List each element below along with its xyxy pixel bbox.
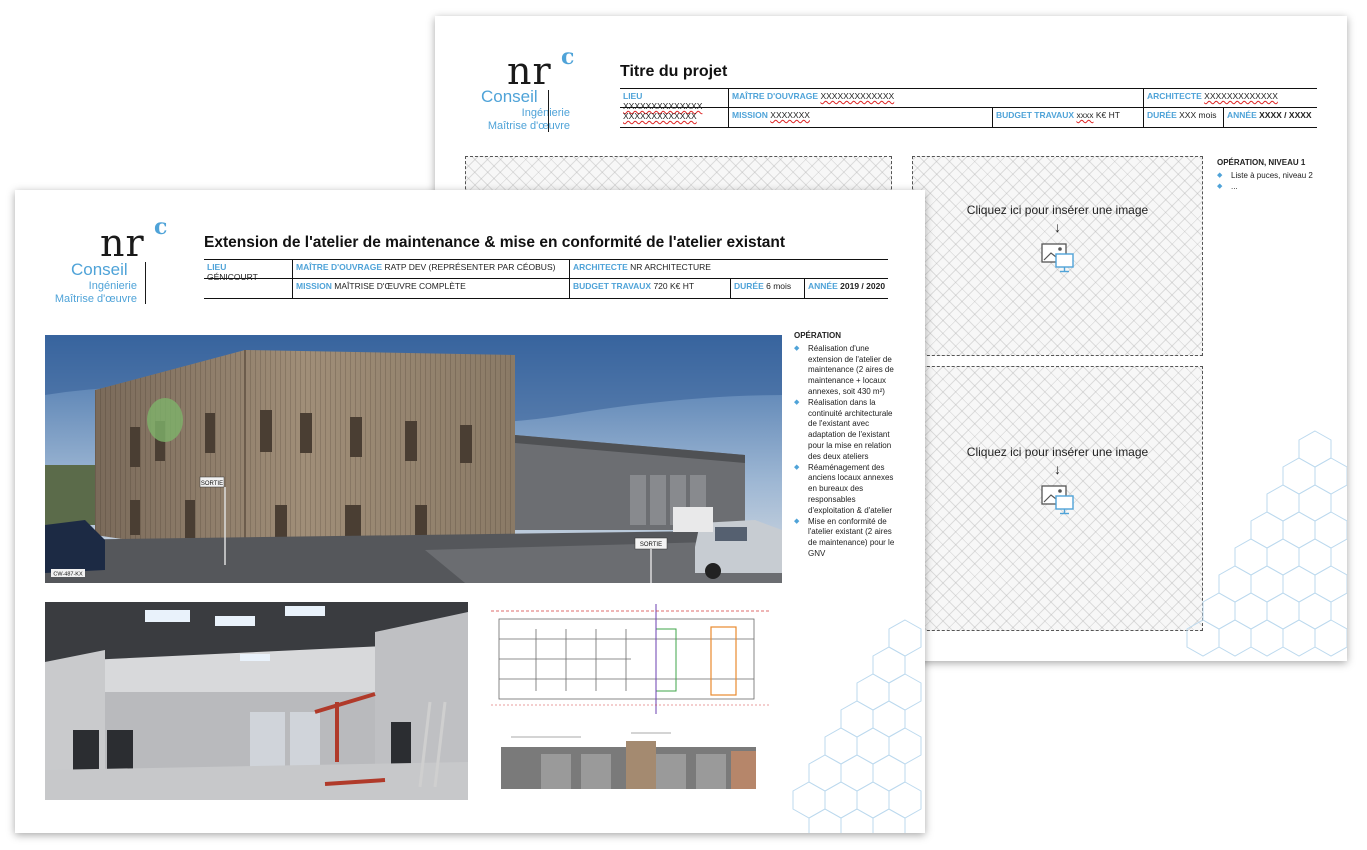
annee-cell[interactable]: ANNÉE XXXX / XXXX xyxy=(1223,108,1317,128)
budget-label: BUDGET TRAVAUX xyxy=(996,110,1075,120)
hexagon-pattern-decoration xyxy=(792,619,922,833)
mission-value: XXXXXXX xyxy=(770,110,810,120)
budget-value-x: xxxx xyxy=(1076,110,1094,120)
logo-c: c xyxy=(561,44,575,70)
operation-block[interactable]: OPÉRATION, NIVEAU 1 Liste à puces, nivea… xyxy=(1217,158,1332,192)
annee-value: XXXX / XXXX xyxy=(1259,110,1312,120)
logo-nr: nr xyxy=(507,49,552,93)
logo-c: c xyxy=(154,214,168,240)
logo: nr c Conseil Ingénierie Maîtrise d'œuvre xyxy=(481,44,615,132)
duree-label: DURÉE xyxy=(734,281,764,291)
budget-value: 720 K€ HT xyxy=(653,281,695,291)
budget-cell[interactable]: BUDGET TRAVAUX xxxx K€ HT xyxy=(992,108,1143,128)
lieu-label: LIEU xyxy=(623,91,643,101)
maitre-value: XXXXXXXXXXXXX xyxy=(820,91,895,101)
maitre-label: MAÎTRE D'OUVRAGE xyxy=(296,262,383,272)
maitre-value: RATP DEV (REPRÉSENTER PAR CÉOBUS) xyxy=(384,262,556,272)
logo-conseil: Conseil xyxy=(71,260,128,279)
maitre-cell[interactable]: MAÎTRE D'OUVRAGE RATP DEV (REPRÉSENTER P… xyxy=(292,260,569,278)
duree-cell[interactable]: DURÉE 6 mois xyxy=(730,279,804,299)
page-title[interactable]: Titre du projet xyxy=(620,63,727,81)
workshop-interior-illustration xyxy=(45,602,468,800)
info-row-1: LIEU GÉNICOURT MAÎTRE D'OUVRAGE RATP DEV… xyxy=(204,260,888,282)
maitre-cell[interactable]: MAÎTRE D'OUVRAGE XXXXXXXXXXXXX xyxy=(728,89,1143,107)
info-row-2: MISSION XXXXXXX BUDGET TRAVAUX xxxx K€ H… xyxy=(620,108,1317,128)
info-table: LIEU XXXXXXXXXXXXXX XXXXXXXXXXXXX MAÎTRE… xyxy=(620,88,1317,128)
project-page: nr c Conseil Ingénierie Maîtrise d'œuvre… xyxy=(15,190,925,833)
logo: nr c Conseil Ingénierie Maîtrise d'œuvre xyxy=(55,214,210,308)
architecte-label: ARCHITECTE xyxy=(1147,91,1202,101)
operation-block[interactable]: OPÉRATION Réalisation d'une extension de… xyxy=(794,331,899,560)
logo-conseil: Conseil xyxy=(481,87,538,106)
annee-label: ANNÉE xyxy=(808,281,838,291)
lieu-label: LIEU xyxy=(207,262,227,272)
annee-label: ANNÉE xyxy=(1227,110,1257,120)
mission-cell[interactable]: MISSION MAÎTRISE D'ŒUVRE COMPLÈTE xyxy=(292,279,569,299)
insert-image-icon xyxy=(1040,485,1074,515)
operation-title: OPÉRATION, NIVEAU 1 xyxy=(1217,158,1306,167)
mission-value: MAÎTRISE D'ŒUVRE COMPLÈTE xyxy=(334,281,466,291)
page-title[interactable]: Extension de l'atelier de maintenance & … xyxy=(204,234,785,252)
sortie-sign-2: SORTIE xyxy=(640,542,662,548)
mission-cell[interactable]: MISSION XXXXXXX xyxy=(728,108,992,128)
mission-label: MISSION xyxy=(732,110,768,120)
operation-item: Mise en conformité de l'atelier existant… xyxy=(794,517,899,560)
logo-ingenierie: Ingénierie xyxy=(88,280,137,292)
operation-title: OPÉRATION xyxy=(794,331,841,340)
duree-cell[interactable]: DURÉE XXX mois xyxy=(1143,108,1223,128)
down-arrow-icon: ↓ xyxy=(1054,219,1061,235)
info-table: LIEU GÉNICOURT MAÎTRE D'OUVRAGE RATP DEV… xyxy=(204,259,888,299)
maitre-label: MAÎTRE D'OUVRAGE xyxy=(732,91,819,101)
building-exterior-illustration: SORTIE CW-487-KX SORTIE xyxy=(45,335,782,583)
logo-divider xyxy=(145,262,146,304)
duree-value: XXX mois xyxy=(1179,110,1217,120)
logo-ingenierie: Ingénierie xyxy=(521,107,570,119)
budget-value-unit: K€ HT xyxy=(1095,110,1120,120)
logo-divider xyxy=(548,90,549,132)
image-placeholder-top[interactable]: Cliquez ici pour insérer une image ↓ xyxy=(912,156,1203,356)
operation-item: Réalisation d'une extension de l'atelier… xyxy=(794,344,899,398)
building-exterior-photo[interactable]: SORTIE CW-487-KX SORTIE xyxy=(45,335,782,583)
info-row-1: LIEU XXXXXXXXXXXXXX XXXXXXXXXXXXX MAÎTRE… xyxy=(620,89,1317,121)
duree-label: DURÉE xyxy=(1147,110,1177,120)
placeholder-text: Cliquez ici pour insérer une image xyxy=(966,203,1149,217)
workshop-interior-photo[interactable] xyxy=(45,602,468,800)
architecte-cell[interactable]: ARCHITECTE NR ARCHITECTURE xyxy=(569,260,888,278)
architecte-label: ARCHITECTE xyxy=(573,262,628,272)
logo-maitrise: Maîtrise d'œuvre xyxy=(487,120,570,132)
insert-image-icon xyxy=(1040,243,1074,273)
architecte-cell[interactable]: ARCHITECTE XXXXXXXXXXXXX xyxy=(1143,89,1317,107)
sortie-sign-1: SORTIE xyxy=(201,481,223,487)
operation-item: ... xyxy=(1217,182,1332,193)
architecte-value: XXXXXXXXXXXXX xyxy=(1204,91,1278,101)
duree-value: 6 mois xyxy=(766,281,792,291)
architecte-value: NR ARCHITECTURE xyxy=(630,262,711,272)
annee-value: 2019 / 2020 xyxy=(840,281,886,291)
operation-item: Liste à puces, niveau 2 xyxy=(1217,171,1332,182)
license-plate: CW-487-KX xyxy=(53,572,83,578)
hexagon-pattern-decoration xyxy=(1186,430,1347,657)
logo-maitrise: Maîtrise d'œuvre xyxy=(54,293,137,305)
mission-label: MISSION xyxy=(296,281,332,291)
operation-item: Réalisation dans la continuité architect… xyxy=(794,398,899,463)
budget-label: BUDGET TRAVAUX xyxy=(573,281,652,291)
annee-cell[interactable]: ANNÉE 2019 / 2020 xyxy=(804,279,888,299)
operation-item: Réaménagement des anciens locaux annexes… xyxy=(794,463,899,517)
budget-cell[interactable]: BUDGET TRAVAUX 720 K€ HT xyxy=(569,279,730,299)
operation-list: Liste à puces, niveau 2 ... xyxy=(1217,171,1332,193)
stage: nr c Conseil Ingénierie Maîtrise d'œuvre… xyxy=(0,0,1367,850)
operation-list: Réalisation d'une extension de l'atelier… xyxy=(794,344,899,560)
info-row-2: MISSION MAÎTRISE D'ŒUVRE COMPLÈTE BUDGET… xyxy=(204,279,888,299)
logo-nr: nr xyxy=(100,221,145,265)
